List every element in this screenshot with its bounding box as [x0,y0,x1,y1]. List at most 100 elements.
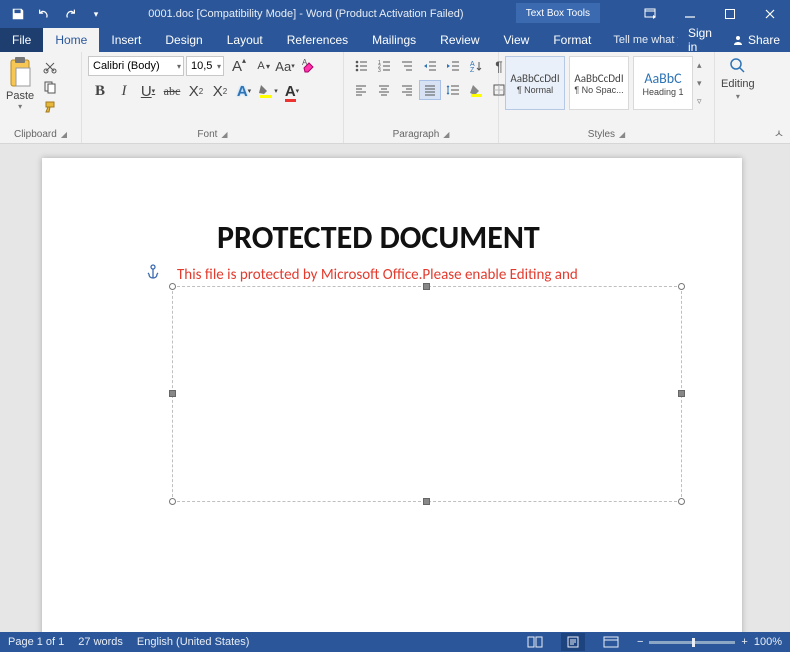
italic-button[interactable]: I [112,80,136,102]
align-right-button[interactable] [396,80,418,100]
save-icon[interactable] [6,3,30,25]
status-words[interactable]: 27 words [78,636,123,648]
resize-handle-l[interactable] [169,390,176,397]
strikethrough-button[interactable]: abc [160,80,184,102]
clear-formatting-button[interactable]: A [298,56,320,76]
tab-review[interactable]: Review [428,28,491,52]
styles-launcher-icon[interactable]: ◢ [619,130,625,139]
ribbon-options-icon[interactable] [630,0,670,28]
highlight-button[interactable]: ▾ [256,80,280,102]
clipboard-group-label: Clipboard [14,129,57,140]
clipboard-launcher-icon[interactable]: ◢ [61,130,67,139]
font-color-button[interactable]: A▾ [280,80,304,102]
underline-button[interactable]: U▾ [136,80,160,102]
document-canvas[interactable]: PCrisk.com PROTECTED DOCUMENT This file … [0,144,790,632]
font-group-label: Font [197,129,217,140]
style-normal[interactable]: AaBbCcDdI ¶ Normal [505,56,565,110]
tab-file[interactable]: File [0,28,43,52]
font-launcher-icon[interactable]: ◢ [221,130,227,139]
paragraph-launcher-icon[interactable]: ◢ [443,130,449,139]
styles-group-label: Styles [588,129,615,140]
tell-me-search[interactable]: Tell me what you want to do [603,28,678,52]
grow-font-button[interactable]: A▴ [226,56,248,76]
maximize-icon[interactable] [710,0,750,28]
sign-in-link[interactable]: Sign in [678,28,722,52]
bullets-button[interactable] [350,56,372,76]
undo-icon[interactable] [32,3,56,25]
zoom-out-button[interactable]: − [637,636,643,648]
tell-me-placeholder: Tell me what you want to do [613,34,678,46]
resize-handle-bl[interactable] [169,498,176,505]
font-size-combo[interactable]: 10,5 ▾ [186,56,224,76]
subscript-button[interactable]: X2 [184,80,208,102]
superscript-button[interactable]: X2 [208,80,232,102]
tab-format[interactable]: Format [541,28,603,52]
window-title: 0001.doc [Compatibility Mode] - Word (Pr… [108,8,504,20]
tab-layout[interactable]: Layout [215,28,275,52]
tab-insert[interactable]: Insert [99,28,153,52]
style-heading1[interactable]: AaBbC Heading 1 [633,56,693,110]
chevron-down-icon: ▾ [217,62,221,71]
font-size-value: 10,5 [191,60,212,72]
resize-handle-tl[interactable] [169,283,176,290]
tab-references[interactable]: References [275,28,360,52]
zoom-level[interactable]: 100% [754,636,782,648]
align-left-button[interactable] [350,80,372,100]
multilevel-button[interactable] [396,56,418,76]
close-icon[interactable] [750,0,790,28]
tab-mailings[interactable]: Mailings [360,28,428,52]
tab-home[interactable]: Home [43,28,99,52]
svg-text:3: 3 [378,68,381,73]
text-effects-button[interactable]: A▾ [232,80,256,102]
style-no-spacing[interactable]: AaBbCcDdI ¶ No Spac... [569,56,629,110]
shrink-font-button[interactable]: A▾ [250,56,272,76]
copy-button[interactable] [40,78,60,96]
resize-handle-b[interactable] [423,498,430,505]
tab-design[interactable]: Design [153,28,214,52]
increase-indent-button[interactable] [442,56,464,76]
web-layout-button[interactable] [599,633,623,651]
read-mode-button[interactable] [523,633,547,651]
collapse-ribbon-icon[interactable]: ㅅ [774,125,784,141]
document-heading: PROTECTED DOCUMENT [217,218,540,257]
scissors-icon [43,60,57,74]
editing-button[interactable]: Editing ▾ [721,56,755,101]
shading-button[interactable] [465,80,487,100]
share-label: Share [748,33,780,47]
zoom-slider[interactable] [649,641,735,644]
justify-button[interactable] [419,80,441,100]
bold-button[interactable]: B [88,80,112,102]
align-center-button[interactable] [373,80,395,100]
contextual-tab-group: Text Box Tools [516,3,600,25]
find-icon [728,56,748,76]
resize-handle-r[interactable] [678,390,685,397]
status-page[interactable]: Page 1 of 1 [8,636,64,648]
change-case-button[interactable]: Aa▾ [274,56,296,76]
redo-icon[interactable] [58,3,82,25]
minimize-icon[interactable] [670,0,710,28]
text-box-selection[interactable] [172,286,682,502]
decrease-indent-button[interactable] [419,56,441,76]
sort-button[interactable]: AZ [465,56,487,76]
line-spacing-button[interactable] [442,80,464,100]
share-button[interactable]: Share [722,28,790,52]
zoom-in-button[interactable]: + [741,636,747,648]
resize-handle-t[interactable] [423,283,430,290]
tab-view[interactable]: View [492,28,542,52]
numbering-button[interactable]: 123 [373,56,395,76]
editing-label: Editing [721,78,755,90]
paste-label: Paste [6,90,34,102]
font-name-combo[interactable]: Calibri (Body)▾ [88,56,184,76]
resize-handle-tr[interactable] [678,283,685,290]
paste-button[interactable]: Paste ▾ [6,56,34,111]
status-language[interactable]: English (United States) [137,636,250,648]
styles-more-button[interactable]: ▴▾▿ [697,56,713,110]
qat-customize-icon[interactable]: ▾ [84,3,108,25]
svg-text:Z: Z [470,67,475,73]
anchor-icon [146,264,160,285]
cut-button[interactable] [40,58,60,76]
print-layout-button[interactable] [561,633,585,651]
highlighter-icon [258,83,274,99]
resize-handle-br[interactable] [678,498,685,505]
format-painter-button[interactable] [40,98,60,116]
